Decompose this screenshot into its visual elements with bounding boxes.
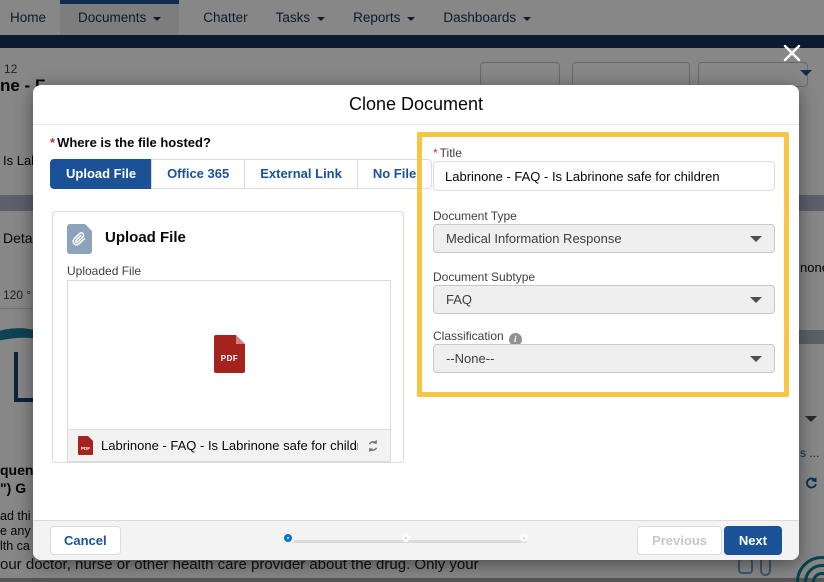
clone-document-modal: Clone Document *Where is the file hosted… [33, 85, 799, 560]
sync-icon[interactable] [366, 439, 380, 453]
uploaded-file-name: Labrinone - FAQ - Is Labrinone safe for … [101, 438, 358, 453]
next-button[interactable]: Next [724, 526, 782, 555]
upload-file-option-button[interactable]: Upload File [50, 159, 152, 189]
attachment-icon [67, 224, 92, 254]
paperclip-icon [72, 232, 86, 246]
progress-dot-1-active [284, 534, 292, 542]
pdf-fold-cut [88, 436, 93, 441]
document-fold [85, 224, 92, 231]
pdf-file-icon: PDF [214, 335, 245, 373]
pdf-badge-label: PDF [214, 354, 245, 363]
uploaded-file-row: PDF Labrinone - FAQ - Is Labrinone safe … [68, 429, 390, 461]
progress-dot-3 [520, 534, 528, 542]
classification-dropdown[interactable]: --None-- [433, 344, 775, 373]
previous-button[interactable]: Previous [637, 526, 722, 555]
cancel-button[interactable]: Cancel [50, 526, 121, 555]
document-type-value: Medical Information Response [446, 231, 622, 246]
pdf-file-icon-small: PDF [78, 436, 93, 455]
office-365-option-button[interactable]: Office 365 [151, 159, 245, 189]
pdf-fold-cut [236, 335, 245, 344]
document-type-label: Document Type [433, 209, 517, 223]
screen: Home Documents Chatter Tasks Reports Das… [0, 0, 824, 582]
classification-value: --None-- [446, 351, 494, 366]
title-input[interactable] [433, 161, 775, 191]
close-icon[interactable] [782, 43, 802, 63]
title-field-label: *Title [433, 146, 462, 160]
upload-file-card: Upload File Uploaded File PDF PDF Labrin… [52, 211, 404, 463]
step-progress-indicator [284, 533, 534, 549]
required-asterisk: * [50, 135, 55, 150]
document-subtype-label: Document Subtype [433, 270, 535, 284]
required-asterisk: * [433, 146, 438, 160]
modal-title: Clone Document [349, 94, 483, 115]
modal-header: Clone Document [33, 85, 799, 125]
modal-footer: Cancel Previous Next [33, 520, 799, 560]
chevron-down-icon [750, 297, 762, 303]
hosted-question-label: *Where is the file hosted? [50, 135, 211, 150]
document-type-dropdown[interactable]: Medical Information Response [433, 224, 775, 253]
chevron-down-icon [750, 356, 762, 362]
file-host-button-group: Upload File Office 365 External Link No … [50, 159, 432, 189]
file-preview-box: PDF PDF Labrinone - FAQ - Is Labrinone s… [67, 280, 391, 462]
pdf-badge-label: PDF [78, 446, 93, 451]
document-subtype-value: FAQ [446, 292, 472, 307]
progress-dot-2 [402, 534, 410, 542]
upload-card-title: Upload File [105, 229, 186, 246]
external-link-option-button[interactable]: External Link [244, 159, 358, 189]
chevron-down-icon [750, 236, 762, 242]
document-subtype-dropdown[interactable]: FAQ [433, 285, 775, 314]
uploaded-file-label: Uploaded File [67, 264, 141, 278]
